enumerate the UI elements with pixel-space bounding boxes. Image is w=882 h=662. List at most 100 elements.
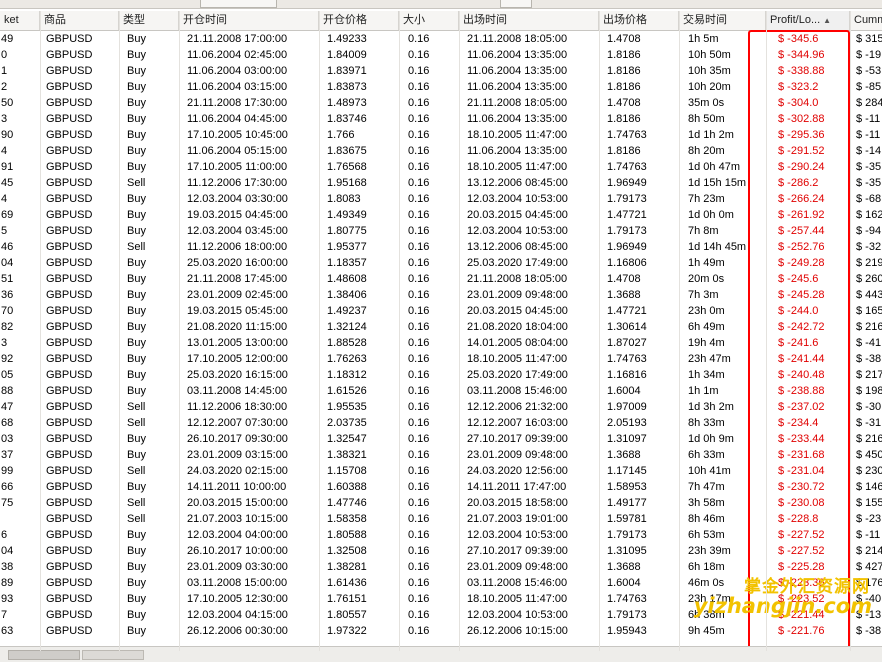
scrollbar-thumb[interactable]: [8, 650, 80, 660]
type-cell: Buy: [127, 609, 146, 621]
profit-loss-cell: $ -234.4: [778, 417, 819, 429]
symbol-cell: GBPUSD: [46, 161, 93, 173]
ticket-cell: 89: [1, 577, 14, 589]
table-row[interactable]: 3 GBPUSD Buy 13.01.2005 13:00:00 1.88528 0.16…: [0, 335, 882, 351]
table-row[interactable]: 3 GBPUSD Buy 11.06.2004 04:45:00 1.83746 0.16…: [0, 111, 882, 127]
table-row[interactable]: 63 GBPUSD Buy 26.12.2006 00:30:00 1.97322 0.1…: [0, 623, 882, 639]
header-duration[interactable]: 交易时间: [679, 11, 766, 30]
type-cell: Sell: [127, 513, 146, 525]
header-size[interactable]: 大小: [399, 11, 459, 30]
table-row[interactable]: 66 GBPUSD Buy 14.11.2011 10:00:00 1.60388 0.1…: [0, 479, 882, 495]
symbol-cell: GBPUSD: [46, 545, 93, 557]
table-row[interactable]: 50 GBPUSD Buy 21.11.2008 17:30:00 1.48973 0.1…: [0, 95, 882, 111]
type-cell: Buy: [127, 81, 146, 93]
close-price-cell: 1.3688: [607, 449, 641, 461]
profit-loss-cell: $ -291.52: [778, 145, 825, 157]
type-cell: Sell: [127, 401, 146, 413]
sort-ascending-icon[interactable]: ▲: [823, 16, 831, 25]
table-row[interactable]: 93 GBPUSD Buy 17.10.2005 12:30:00 1.76151 0.1…: [0, 591, 882, 607]
header-label: 商品: [44, 14, 66, 26]
open-price-cell: 1.60388: [327, 481, 367, 493]
cumulative-cell: $ -35: [856, 177, 882, 189]
close-price-cell: 1.74763: [607, 129, 647, 141]
header-symbol[interactable]: 商品: [40, 11, 119, 30]
ticket-cell: 36: [1, 289, 14, 301]
table-row[interactable]: 36 GBPUSD Buy 23.01.2009 02:45:00 1.38406 0.1…: [0, 287, 882, 303]
profit-loss-cell: $ -233.44: [778, 433, 825, 445]
header-close-price[interactable]: 出场价格: [599, 11, 679, 30]
close-time-cell: 23.01.2009 09:48:00: [467, 449, 568, 461]
symbol-cell: GBPUSD: [46, 321, 93, 333]
horizontal-scrollbar[interactable]: [0, 646, 882, 662]
table-row[interactable]: 04 GBPUSD Buy 26.10.2017 10:00:00 1.32508 0.1…: [0, 543, 882, 559]
table-row[interactable]: 45 GBPUSD Sell 11.12.2006 17:30:00 1.95168 0.…: [0, 175, 882, 191]
header-ticket[interactable]: ket: [0, 11, 40, 30]
table-row[interactable]: 0 GBPUSD Buy 11.06.2004 02:45:00 1.84009 0.16…: [0, 47, 882, 63]
table-row[interactable]: 4 GBPUSD Buy 12.03.2004 03:30:00 1.8083 0.16 1…: [0, 191, 882, 207]
table-row[interactable]: 92 GBPUSD Buy 17.10.2005 12:00:00 1.76263 0.1…: [0, 351, 882, 367]
header-cumulative[interactable]: Cumm: [850, 11, 882, 30]
table-row[interactable]: 4 GBPUSD Buy 11.06.2004 05:15:00 1.83675 0.16…: [0, 143, 882, 159]
table-row[interactable]: 49 GBPUSD Buy 21.11.2008 17:00:00 1.49233 0.1…: [0, 31, 882, 47]
table-row[interactable]: GBPUSD Sell 21.07.2003 10:15:00 1.58358 0.16…: [0, 511, 882, 527]
scrollbar-track-segment[interactable]: [82, 650, 144, 660]
table-row[interactable]: 99 GBPUSD Sell 24.03.2020 02:15:00 1.15708 0.…: [0, 463, 882, 479]
size-cell: 0.16: [408, 593, 430, 605]
close-price-cell: 1.79173: [607, 193, 647, 205]
table-row[interactable]: 75 GBPUSD Sell 20.03.2015 15:00:00 1.47746 0.…: [0, 495, 882, 511]
open-price-cell: 1.83971: [327, 65, 367, 77]
profit-loss-cell: $ -231.04: [778, 465, 825, 477]
size-cell: 0.16: [408, 417, 430, 429]
table-row[interactable]: 03 GBPUSD Buy 26.10.2017 09:30:00 1.32547 0.1…: [0, 431, 882, 447]
table-row[interactable]: 69 GBPUSD Buy 19.03.2015 04:45:00 1.49349 0.1…: [0, 207, 882, 223]
close-time-cell: 21.11.2008 18:05:00: [467, 273, 568, 285]
table-row[interactable]: 5 GBPUSD Buy 12.03.2004 03:45:00 1.80775 0.16…: [0, 223, 882, 239]
ticket-cell: 50: [1, 97, 14, 109]
close-time-cell: 18.10.2005 11:47:00: [467, 161, 568, 173]
header-type[interactable]: 类型: [119, 11, 179, 30]
close-price-cell: 1.74763: [607, 353, 647, 365]
close-time-cell: 12.03.2004 10:53:00: [467, 193, 568, 205]
table-row[interactable]: 51 GBPUSD Buy 21.11.2008 17:45:00 1.48608 0.1…: [0, 271, 882, 287]
table-row[interactable]: 68 GBPUSD Sell 12.12.2007 07:30:00 2.03735 0.…: [0, 415, 882, 431]
table-row[interactable]: 46 GBPUSD Sell 11.12.2006 18:00:00 1.95377 0.…: [0, 239, 882, 255]
size-cell: 0.16: [408, 193, 430, 205]
table-row[interactable]: 38 GBPUSD Buy 23.01.2009 03:30:00 1.38281 0.1…: [0, 559, 882, 575]
header-profit-loss[interactable]: Profit/Lo... ▲: [766, 11, 850, 30]
header-open-price[interactable]: 开仓价格: [319, 11, 399, 30]
table-row[interactable]: 37 GBPUSD Buy 23.01.2009 03:15:00 1.38321 0.1…: [0, 447, 882, 463]
table-row[interactable]: 7 GBPUSD Buy 12.03.2004 04:15:00 1.80557 0.16…: [0, 607, 882, 623]
open-time-cell: 17.10.2005 10:45:00: [187, 129, 288, 141]
table-row[interactable]: 47 GBPUSD Sell 11.12.2006 18:30:00 1.95535 0.…: [0, 399, 882, 415]
table-row[interactable]: 90 GBPUSD Buy 17.10.2005 10:45:00 1.766 0.16 1…: [0, 127, 882, 143]
header-open-time[interactable]: 开仓时间: [179, 11, 319, 30]
symbol-cell: GBPUSD: [46, 465, 93, 477]
close-time-cell: 03.11.2008 15:46:00: [467, 577, 568, 589]
open-price-cell: 1.97322: [327, 625, 367, 637]
table-row[interactable]: 2 GBPUSD Buy 11.06.2004 03:15:00 1.83873 0.16…: [0, 79, 882, 95]
close-time-cell: 11.06.2004 13:35:00: [467, 65, 568, 77]
header-label: 出场价格: [603, 14, 647, 26]
open-time-cell: 11.06.2004 05:15:00: [187, 145, 288, 157]
type-cell: Buy: [127, 193, 146, 205]
table-row[interactable]: 1 GBPUSD Buy 11.06.2004 03:00:00 1.83971 0.16…: [0, 63, 882, 79]
table-row[interactable]: 04 GBPUSD Buy 25.03.2020 16:00:00 1.18357 0.1…: [0, 255, 882, 271]
close-time-cell: 21.11.2008 18:05:00: [467, 97, 568, 109]
profit-loss-cell: $ -241.44: [778, 353, 825, 365]
open-price-cell: 1.49233: [327, 33, 367, 45]
table-row[interactable]: 82 GBPUSD Buy 21.08.2020 11:15:00 1.32124 0.1…: [0, 319, 882, 335]
toolbar-button[interactable]: [200, 0, 277, 8]
profit-loss-cell: $ -242.72: [778, 321, 825, 333]
table-row[interactable]: 91 GBPUSD Buy 17.10.2005 11:00:00 1.76568 0.1…: [0, 159, 882, 175]
toolbar-button[interactable]: [500, 0, 532, 8]
close-time-cell: 20.03.2015 04:45:00: [467, 209, 568, 221]
duration-cell: 7h 3m: [688, 289, 719, 301]
table-row[interactable]: 05 GBPUSD Buy 25.03.2020 16:15:00 1.18312 0.1…: [0, 367, 882, 383]
cumulative-cell: $ -32: [856, 241, 882, 253]
cumulative-cell: $ -11: [856, 113, 881, 125]
table-row[interactable]: 6 GBPUSD Buy 12.03.2004 04:00:00 1.80588 0.16…: [0, 527, 882, 543]
table-row[interactable]: 89 GBPUSD Buy 03.11.2008 15:00:00 1.61436 0.1…: [0, 575, 882, 591]
header-close-time[interactable]: 出场时间: [459, 11, 599, 30]
table-row[interactable]: 88 GBPUSD Buy 03.11.2008 14:45:00 1.61526 0.1…: [0, 383, 882, 399]
table-row[interactable]: 70 GBPUSD Buy 19.03.2015 05:45:00 1.49237 0.1…: [0, 303, 882, 319]
